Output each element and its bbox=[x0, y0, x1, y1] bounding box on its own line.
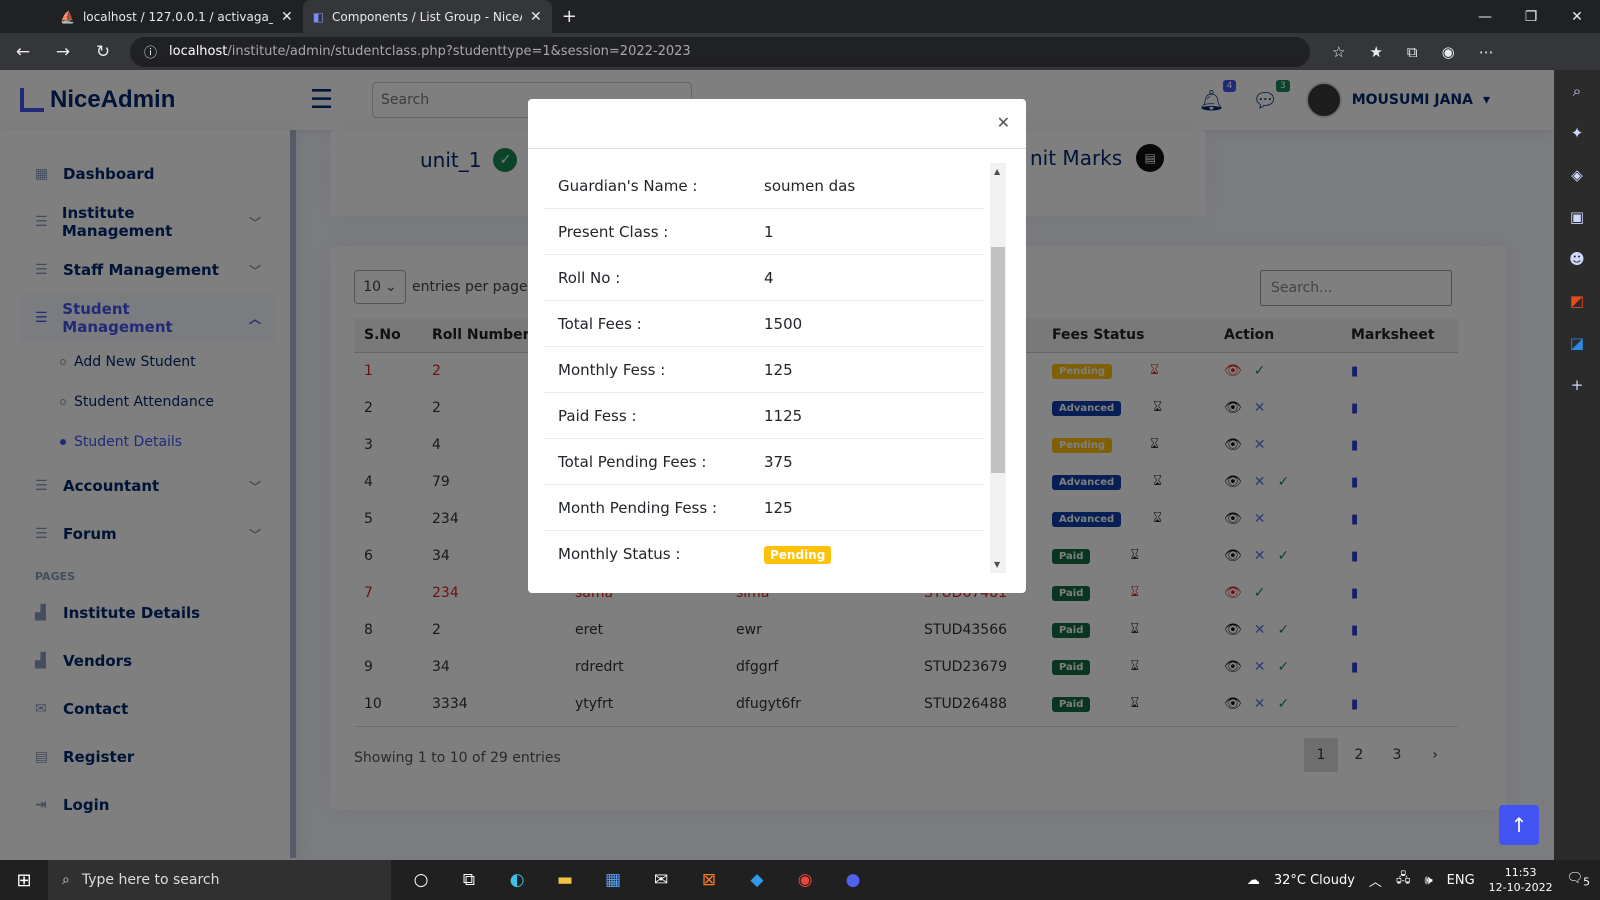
detail-key: Month Pending Fess : bbox=[558, 498, 718, 517]
profile-icon[interactable]: ◉ bbox=[1442, 43, 1455, 61]
detail-row-class: Present Class : 1 bbox=[544, 209, 984, 255]
edge-icon[interactable]: ◐ bbox=[493, 870, 541, 890]
tab-title: localhost / 127.0.0.1 / activaga_a bbox=[82, 9, 273, 24]
detail-row-monthly-status: Monthly Status : Pending bbox=[544, 531, 984, 571]
detail-value: 125 bbox=[764, 498, 793, 517]
search-icon[interactable]: ⌕ bbox=[1566, 82, 1588, 104]
restore-icon[interactable]: ❐ bbox=[1508, 9, 1554, 25]
detail-key: Paid Fess : bbox=[558, 406, 637, 425]
detail-row-paid-fees: Paid Fess : 1125 bbox=[544, 393, 984, 439]
vscode-icon[interactable]: ◆ bbox=[733, 870, 781, 890]
detail-key: Guardian's Name : bbox=[558, 176, 698, 195]
back-to-top-button[interactable]: ↑ bbox=[1499, 805, 1539, 845]
outlook-icon[interactable]: ◪ bbox=[1566, 334, 1588, 356]
weather-icon[interactable]: ☁ bbox=[1247, 873, 1260, 888]
clock[interactable]: 11:53 12-10-2022 bbox=[1489, 865, 1553, 895]
new-tab-icon[interactable]: + bbox=[562, 6, 577, 27]
office-icon[interactable]: ◩ bbox=[1566, 292, 1588, 314]
detail-row-month-pending: Month Pending Fess : 125 bbox=[544, 485, 984, 531]
tab-title: Components / List Group - NiceA bbox=[332, 9, 523, 24]
detail-key: Total Fees : bbox=[558, 314, 642, 333]
detail-value: soumen das bbox=[764, 176, 856, 195]
address-bar-row: ← → ↻ ⓘ localhost/institute/admin/studen… bbox=[0, 33, 1600, 70]
store-icon[interactable]: ▦ bbox=[589, 870, 637, 890]
detail-value: 125 bbox=[764, 360, 793, 379]
weather-text[interactable]: 32°C Cloudy bbox=[1274, 873, 1355, 888]
edge-sidebar: ⌕ ✦ ◈ ▣ ☻ ◩ ◪ + bbox=[1554, 70, 1600, 860]
detail-key: Total Pending Fees : bbox=[558, 452, 707, 471]
scroll-down-icon[interactable]: ▼ bbox=[994, 560, 1000, 569]
toolbox-icon[interactable]: ▣ bbox=[1566, 208, 1588, 230]
favorite-icon[interactable]: ☆ bbox=[1332, 43, 1345, 61]
tab-niceadmin[interactable]: ◧ Components / List Group - NiceA ✕ bbox=[302, 0, 552, 33]
detail-row-roll: Roll No : 4 bbox=[544, 255, 984, 301]
windows-taskbar: ⊞ ⌕ Type here to search ○ ⧉ ◐ ▬ ▦ ✉ ⊠ ◆ … bbox=[0, 860, 1600, 900]
volume-icon[interactable]: 🕪︎ bbox=[1424, 873, 1432, 888]
browser-tab-bar: ⛵ localhost / 127.0.0.1 / activaga_a ✕ ◧… bbox=[0, 0, 1600, 33]
reload-icon[interactable]: ↻ bbox=[90, 42, 116, 62]
scroll-up-icon[interactable]: ▲ bbox=[994, 167, 1000, 176]
language-indicator[interactable]: ENG bbox=[1447, 873, 1475, 888]
taskbar-search-placeholder: Type here to search bbox=[81, 872, 220, 888]
notification-count: 5 bbox=[1583, 875, 1590, 889]
chevron-up-icon[interactable]: ︿ bbox=[1369, 871, 1382, 890]
file-explorer-icon[interactable]: ▬ bbox=[541, 870, 589, 890]
detail-value: 4 bbox=[764, 268, 774, 287]
app-icon[interactable]: ● bbox=[829, 870, 877, 890]
detail-key: Monthly Fess : bbox=[558, 360, 666, 379]
people-icon[interactable]: ☻ bbox=[1566, 250, 1588, 272]
close-icon[interactable]: ✕ bbox=[997, 113, 1010, 132]
status-badge: Pending bbox=[764, 545, 832, 564]
detail-value: 1125 bbox=[764, 406, 803, 425]
detail-key: Monthly Status : bbox=[558, 544, 681, 563]
chrome-icon[interactable]: ◉ bbox=[781, 870, 829, 890]
sparkle-icon[interactable]: ✦ bbox=[1566, 124, 1588, 146]
add-icon[interactable]: + bbox=[1566, 376, 1588, 398]
detail-key: Roll No : bbox=[558, 268, 621, 287]
forward-icon[interactable]: → bbox=[50, 42, 76, 62]
modal-header: ✕ bbox=[528, 99, 1026, 149]
detail-row-monthly-fees: Monthly Fess : 125 bbox=[544, 347, 984, 393]
collections-icon[interactable]: ⧉ bbox=[1407, 43, 1418, 61]
detail-row-guardian: Guardian's Name : soumen das bbox=[544, 163, 984, 209]
info-icon: ⓘ bbox=[144, 46, 158, 61]
detail-row-total-fees: Total Fees : 1500 bbox=[544, 301, 984, 347]
task-view-icon[interactable]: ⧉ bbox=[445, 870, 493, 890]
notification-center-icon[interactable]: 🗨︎5 bbox=[1567, 871, 1590, 889]
network-icon[interactable]: 🖧︎ bbox=[1396, 869, 1411, 891]
minimize-icon[interactable]: — bbox=[1462, 9, 1508, 25]
favorites-list-icon[interactable]: ★ bbox=[1369, 43, 1382, 61]
windows-start-icon[interactable]: ⊞ bbox=[0, 870, 48, 891]
tab-phpmyadmin[interactable]: ⛵ localhost / 127.0.0.1 / activaga_a ✕ bbox=[50, 0, 303, 33]
phpmyadmin-icon: ⛵ bbox=[60, 9, 75, 24]
xampp-icon[interactable]: ⊠ bbox=[685, 870, 733, 890]
detail-row-total-pending: Total Pending Fees : 375 bbox=[544, 439, 984, 485]
close-tab-icon[interactable]: ✕ bbox=[530, 9, 542, 25]
detail-value: 1 bbox=[764, 222, 774, 241]
taskbar-search[interactable]: ⌕ Type here to search bbox=[48, 860, 391, 900]
detail-value: 375 bbox=[764, 452, 793, 471]
modal-body: Guardian's Name : soumen das Present Clas… bbox=[544, 163, 984, 571]
url-path: /institute/admin/studentclass.php?studen… bbox=[227, 44, 691, 59]
modal-scrollbar[interactable]: ▲ ▼ bbox=[990, 163, 1006, 573]
mail-icon[interactable]: ✉ bbox=[637, 870, 685, 890]
detail-value: 1500 bbox=[764, 314, 803, 333]
back-icon[interactable]: ← bbox=[10, 42, 36, 62]
tag-icon[interactable]: ◈ bbox=[1566, 166, 1588, 188]
close-window-icon[interactable]: ✕ bbox=[1554, 9, 1600, 25]
url-field[interactable]: ⓘ localhost/institute/admin/studentclass… bbox=[130, 36, 1310, 67]
modal-scroll-thumb[interactable] bbox=[991, 247, 1005, 473]
student-details-modal: ✕ Guardian's Name : soumen das Present Cl… bbox=[528, 99, 1026, 593]
cortana-icon[interactable]: ○ bbox=[397, 870, 445, 890]
search-icon: ⌕ bbox=[62, 872, 70, 888]
close-tab-icon[interactable]: ✕ bbox=[281, 9, 293, 25]
clock-date: 12-10-2022 bbox=[1488, 881, 1553, 894]
url-host: localhost bbox=[169, 44, 228, 59]
more-icon[interactable]: ⋯ bbox=[1479, 43, 1494, 61]
clock-time: 11:53 bbox=[1504, 866, 1537, 879]
niceadmin-tab-icon: ◧ bbox=[312, 9, 325, 24]
detail-key: Present Class : bbox=[558, 222, 669, 241]
